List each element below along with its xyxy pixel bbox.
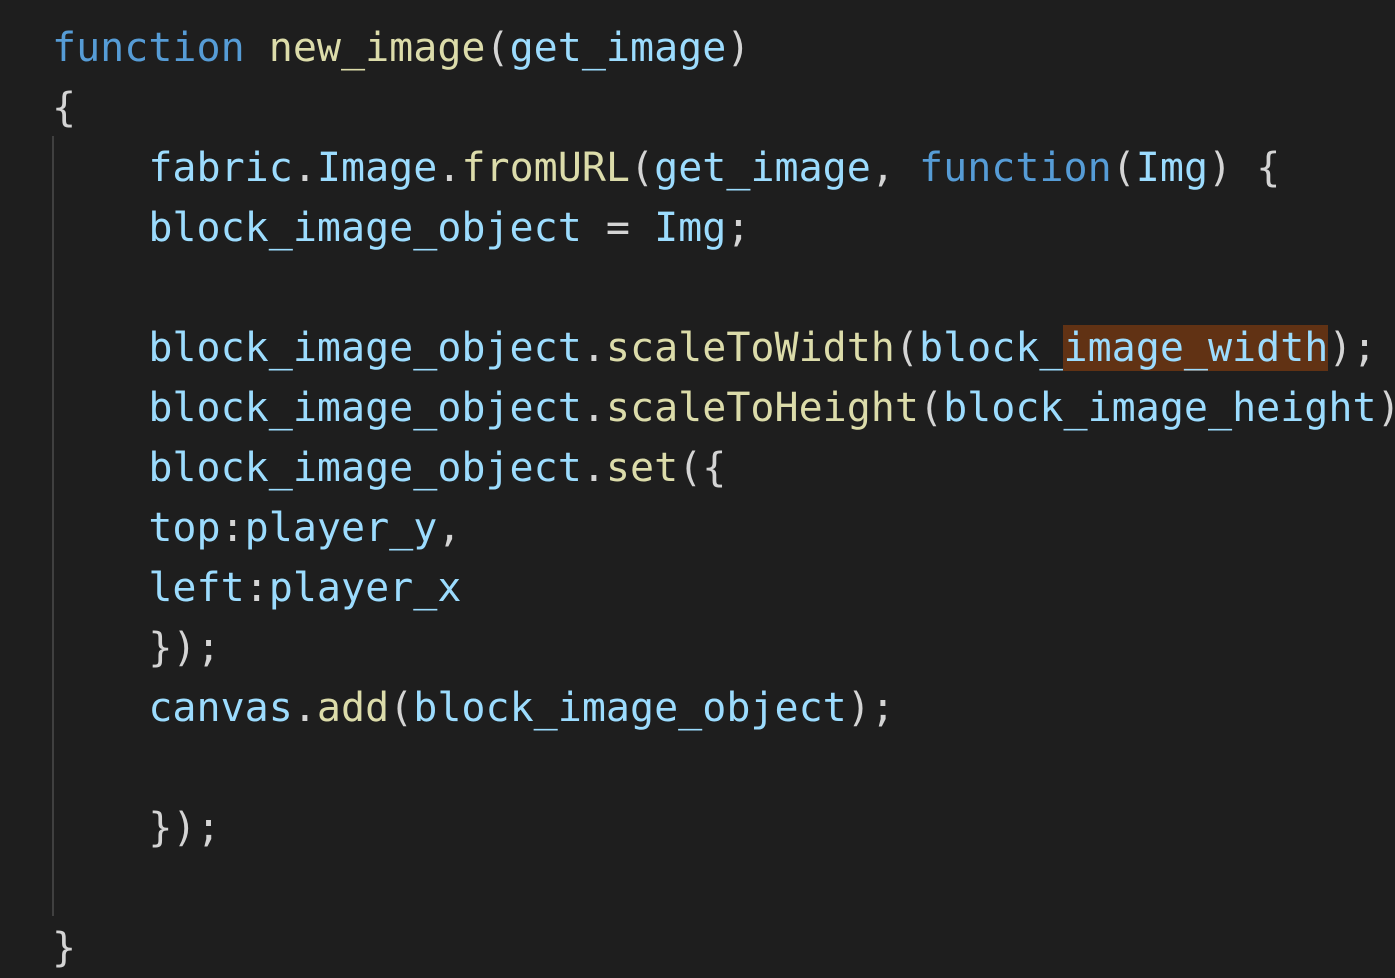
code-token: ); [1377, 385, 1395, 431]
code-line[interactable]: block_image_object.scaleToWidth(block_im… [52, 318, 1377, 378]
code-token: }); [148, 625, 221, 671]
code-token: . [581, 385, 606, 431]
code-token: } [52, 925, 77, 971]
code-token: . [292, 685, 317, 731]
code-token: , [870, 145, 920, 191]
code-token: get_image [509, 25, 727, 71]
code-token: block_image_object [148, 385, 582, 431]
code-token: ({ [678, 445, 727, 491]
code-token: scaleToWidth [605, 325, 895, 371]
code-token: : [244, 565, 269, 611]
code-line[interactable]: fabric.Image.fromURL(get_image, function… [52, 138, 1280, 198]
code-token: block_image_object [148, 445, 582, 491]
code-token: top [148, 505, 221, 551]
code-token: . [292, 145, 317, 191]
code-line[interactable]: } [52, 918, 76, 978]
code-line[interactable]: }); [52, 618, 221, 678]
code-token: player_y [244, 505, 438, 551]
code-token: ( [485, 25, 510, 71]
code-token: ; [726, 205, 751, 251]
code-editor[interactable]: function new_image(get_image){ fabric.Im… [0, 0, 1395, 978]
code-token: ); [846, 685, 895, 731]
code-line[interactable]: left:player_x [52, 558, 461, 618]
code-token: : [220, 505, 245, 551]
code-token: block_image_object [148, 325, 582, 371]
code-line[interactable]: block_image_object.scaleToHeight(block_i… [52, 378, 1395, 438]
code-token: , [437, 505, 462, 551]
code-token: block_image_height [943, 385, 1377, 431]
code-token: Img [1135, 145, 1209, 191]
code-token: block_ [918, 325, 1064, 371]
code-token: left [148, 565, 245, 611]
code-token: ); [1328, 325, 1377, 371]
code-line[interactable]: block_image_object.set({ [52, 438, 726, 498]
code-line[interactable]: block_image_object = Img; [52, 198, 750, 258]
code-token: . [437, 145, 462, 191]
code-token: player_x [268, 565, 462, 611]
code-token: . [581, 445, 606, 491]
code-line[interactable]: canvas.add(block_image_object); [52, 678, 895, 738]
code-line[interactable]: }); [52, 798, 221, 858]
code-token: get_image [654, 145, 871, 191]
code-token: canvas [148, 685, 293, 731]
code-token: new_image [268, 25, 486, 71]
code-token: add [316, 685, 390, 731]
code-token: . [581, 325, 606, 371]
code-token: block_image_object [413, 685, 847, 731]
code-token: ( [389, 685, 414, 731]
code-token: ) [726, 25, 751, 71]
code-token: ) { [1208, 145, 1281, 191]
code-token: function [52, 25, 245, 71]
code-token: fromURL [461, 145, 631, 191]
code-token: set [605, 445, 679, 491]
code-token: = [581, 205, 655, 251]
code-token: function [919, 145, 1112, 191]
code-token: { [52, 85, 77, 131]
code-token: scaleToHeight [605, 385, 919, 431]
code-token: fabric [148, 145, 293, 191]
highlighted-token: image_width [1063, 325, 1329, 371]
code-line[interactable]: function new_image(get_image) [52, 18, 750, 78]
code-token: ( [630, 145, 655, 191]
code-token: block_image_object [148, 205, 582, 251]
code-line[interactable]: { [52, 78, 76, 138]
code-token: }); [148, 805, 221, 851]
code-line[interactable]: top:player_y, [52, 498, 461, 558]
code-token: Img [654, 205, 727, 251]
code-token: ( [918, 385, 944, 431]
code-token: ( [1111, 145, 1136, 191]
code-token: Image [316, 145, 438, 191]
code-token: ( [894, 325, 919, 371]
